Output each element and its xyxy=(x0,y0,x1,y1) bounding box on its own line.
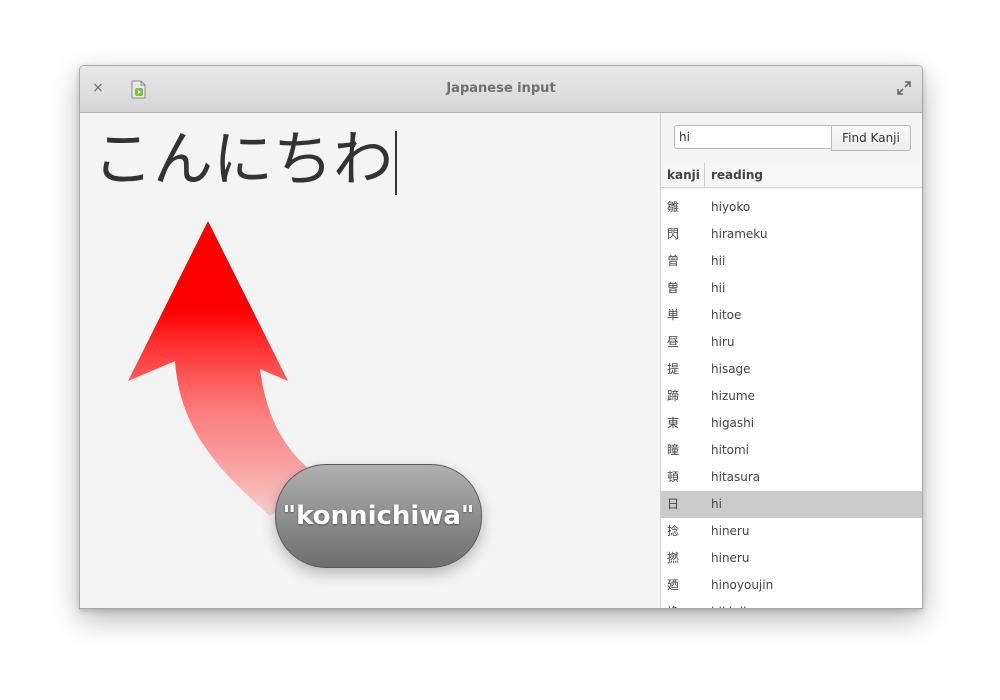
reading-cell: hizume xyxy=(711,389,755,403)
kanji-sidebar: Find Kanji kanji reading 雛 hiyoko 閃 hirame… xyxy=(660,113,922,608)
reading-cell: hitasura xyxy=(711,470,761,484)
kanji-cell: 提 xyxy=(667,362,680,376)
reading-cell: hiru xyxy=(711,335,735,349)
kanji-cell: 単 xyxy=(667,308,680,322)
table-row[interactable]: 廼 hinoyoujin xyxy=(661,572,922,599)
reading-cell: hinoyoujin xyxy=(711,578,774,592)
table-row[interactable]: 昼 hiru xyxy=(661,329,922,356)
reading-cell: hineru xyxy=(711,524,750,538)
maximize-icon[interactable] xyxy=(896,80,912,96)
reading-cell: hi xyxy=(711,497,722,511)
table-row[interactable]: 頓 hitasura xyxy=(661,464,922,491)
window-title: Japanese input xyxy=(446,81,556,96)
kanji-cell: 曽 xyxy=(667,281,680,295)
reading-cell: higashi xyxy=(711,416,755,430)
kanji-cell: 廼 xyxy=(667,578,680,592)
editor-text[interactable]: こんにちわ xyxy=(93,125,397,196)
kanji-cell: 頓 xyxy=(667,470,680,484)
table-row[interactable]: 雛 hiyoko xyxy=(661,194,922,221)
search-input[interactable] xyxy=(674,125,832,149)
reading-cell: hii xyxy=(711,254,726,268)
reading-cell: hiyoko xyxy=(711,200,751,214)
kanji-cell: 閃 xyxy=(667,227,680,241)
kanji-cell: 蹄 xyxy=(667,389,680,403)
column-header-kanji[interactable]: kanji xyxy=(661,163,705,187)
editor-content: こんにちわ xyxy=(93,125,393,195)
voice-input-label: "konnichiwa" xyxy=(282,501,475,531)
table-row[interactable]: 閃 hirameku xyxy=(661,221,922,248)
kanji-list[interactable]: 雛 hiyoko 閃 hirameku 曾 hii 曽 hii 単 hitoe 昼 hiru… xyxy=(661,194,922,608)
voice-input-bubble: "konnichiwa" xyxy=(275,464,482,568)
table-row[interactable]: 捻 hineru xyxy=(661,518,922,545)
reading-cell: hitoe xyxy=(711,308,742,322)
table-row[interactable]: 曾 hii xyxy=(661,248,922,275)
table-row[interactable]: 挽 hikiniku xyxy=(661,599,922,608)
reading-cell: hineru xyxy=(711,551,750,565)
column-header-reading[interactable]: reading xyxy=(706,163,922,187)
kanji-cell: 挽 xyxy=(667,599,679,608)
table-row[interactable]: 曽 hii xyxy=(661,275,922,302)
text-cursor xyxy=(395,131,397,196)
table-header: kanji reading xyxy=(661,163,922,188)
kanji-cell: 瞳 xyxy=(667,443,680,457)
reading-cell: hitomi xyxy=(711,443,750,457)
table-row[interactable]: 提 hisage xyxy=(661,356,922,383)
search-row: Find Kanji xyxy=(661,113,922,163)
kanji-cell: 捻 xyxy=(667,524,680,538)
table-row[interactable]: 東 higashi xyxy=(661,410,922,437)
kanji-cell: 昼 xyxy=(667,335,680,349)
reading-cell: hirameku xyxy=(711,227,768,241)
kanji-cell: 東 xyxy=(667,416,680,430)
text-editor[interactable]: こんにちわ "konnichiwa" xyxy=(80,113,660,608)
table-row[interactable]: 単 hitoe xyxy=(661,302,922,329)
table-row[interactable]: 撚 hineru xyxy=(661,545,922,572)
reading-cell: hikiniku xyxy=(711,599,757,608)
kanji-cell: 曾 xyxy=(667,254,680,268)
table-row-selected[interactable]: 日 hi xyxy=(661,491,922,518)
app-window: × Japanese input こんにちわ "konnichiwa" hi F… xyxy=(79,65,923,609)
reading-cell: hii xyxy=(711,281,726,295)
table-row[interactable]: 瞳 hitomi xyxy=(661,437,922,464)
kanji-cell: 日 xyxy=(667,497,680,511)
table-row[interactable]: 蹄 hizume xyxy=(661,383,922,410)
kanji-cell: 撚 xyxy=(667,551,680,565)
reading-cell: hisage xyxy=(711,362,751,376)
titlebar: × Japanese input xyxy=(80,66,922,113)
find-kanji-button[interactable]: Find Kanji xyxy=(831,125,911,151)
kanji-cell: 雛 xyxy=(667,200,680,214)
content-area: こんにちわ "konnichiwa" Find Ka xyxy=(80,113,922,608)
